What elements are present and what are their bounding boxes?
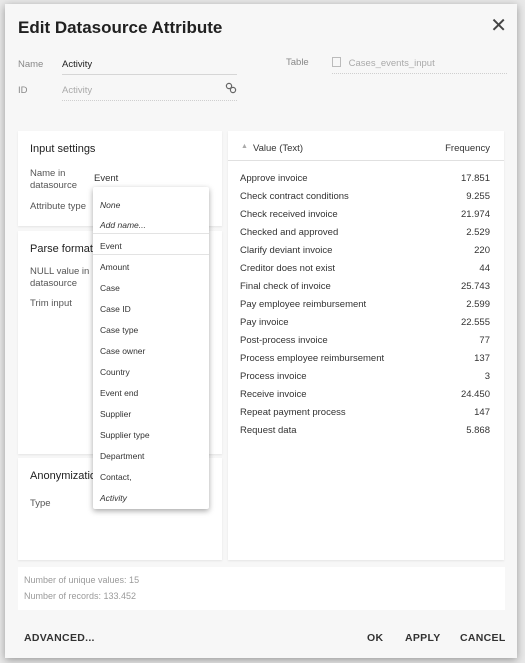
table-row[interactable]: Final check of invoice 25.743 [240,281,490,292]
name-in-datasource-value[interactable]: Event [94,173,118,184]
col-frequency-header[interactable]: Frequency [445,143,490,154]
dialog-title: Edit Datasource Attribute [18,18,223,37]
row-value: Creditor does not exist [240,263,336,274]
parse-format-title: Parse format [30,243,93,255]
table-row[interactable]: Clarify deviant invoice 220 [240,245,490,256]
stats-panel: Number of unique values: 15 Number of re… [18,567,505,610]
row-value: Pay invoice [240,317,289,328]
unique-values-count: Number of unique values: 15 [24,575,140,585]
row-frequency: 24.450 [460,389,490,400]
anonymization-title: Anonymization [30,470,103,482]
row-frequency: 77 [479,335,490,346]
name-field[interactable]: Activity [62,59,237,75]
row-value: Checked and approved [240,227,339,238]
dropdown-option[interactable]: Country [100,367,130,377]
table-row[interactable]: Check received invoice 21.974 [240,209,490,220]
row-frequency: 22.555 [460,317,490,328]
dropdown-option[interactable]: Supplier type [100,430,150,440]
table-row[interactable]: Process invoice 3 [240,371,490,382]
name-in-datasource-dropdown: None Add name... Event Amount Case Case ID Cas… [93,187,209,509]
cancel-button[interactable]: CANCEL [460,632,506,644]
sort-ascending-icon[interactable]: ▲ [241,143,248,150]
dropdown-divider [93,233,209,234]
row-value: Receive invoice [240,389,307,400]
dropdown-option[interactable]: Amount [100,262,129,272]
dropdown-option[interactable]: Add name... [100,220,146,230]
dropdown-option[interactable]: None [100,200,120,210]
id-field: Activity [62,82,237,101]
null-value-label: NULL value in datasource [30,266,90,289]
row-value: Post-process invoice [240,335,328,346]
table-row[interactable]: Request data 5.868 [240,425,490,436]
row-value: Check received invoice [240,209,338,220]
row-value: Approve invoice [240,173,308,184]
row-value: Process invoice [240,371,307,382]
row-value: Request data [240,425,297,436]
col-value-header[interactable]: Value (Text) [253,143,303,154]
dropdown-option[interactable]: Case owner [100,346,145,356]
row-frequency: 17.851 [460,173,490,184]
dropdown-option[interactable]: Department [100,451,144,461]
row-frequency: 2.599 [466,299,490,310]
dropdown-divider [93,254,209,255]
input-settings-title: Input settings [30,143,96,155]
table-header: ▲ Value (Text) Frequency [228,131,504,161]
attribute-type-label: Attribute type [30,201,86,212]
link-icon[interactable] [225,82,237,94]
table-row[interactable]: Receive invoice 24.450 [240,389,490,400]
id-label: ID [18,85,28,96]
row-frequency: 137 [474,353,490,364]
table-icon [332,57,341,67]
table-row[interactable]: Checked and approved 2.529 [240,227,490,238]
dropdown-option[interactable]: Contact, [100,472,132,482]
table-row[interactable]: Post-process invoice 77 [240,335,490,346]
table-row[interactable]: Pay employee reimbursement 2.599 [240,299,490,310]
records-count: Number of records: 133.452 [24,591,137,601]
apply-button[interactable]: APPLY [405,632,441,644]
row-value: Pay employee reimbursement [240,299,367,310]
table-row[interactable]: Repeat payment process 147 [240,407,490,418]
name-label: Name [18,59,44,70]
table-row[interactable]: Process employee reimbursement 137 [240,353,490,364]
row-frequency: 21.974 [460,209,490,220]
table-label: Table [286,57,309,68]
dropdown-option[interactable]: Case type [100,325,138,335]
table-row[interactable]: Creditor does not exist 44 [240,263,490,274]
row-value: Process employee reimbursement [240,353,385,364]
name-in-datasource-label: Name in datasource [30,168,78,191]
row-frequency: 25.743 [460,281,490,292]
table-row[interactable]: Check contract conditions 9.255 [240,191,490,202]
row-frequency: 2.529 [466,227,490,238]
table-row[interactable]: Approve invoice 17.851 [240,173,490,184]
dropdown-option[interactable]: Case [100,283,120,293]
anonymization-type-label: Type [30,498,51,509]
id-value: Activity [62,85,93,96]
dropdown-option[interactable]: Supplier [100,409,131,419]
dropdown-option[interactable]: Event end [100,388,138,398]
row-frequency: 9.255 [466,191,490,202]
row-value: Clarify deviant invoice [240,245,333,256]
close-icon[interactable]: ✕ [490,16,507,36]
dropdown-option[interactable]: Case ID [100,304,131,314]
dropdown-option[interactable]: Event [100,241,122,251]
table-row[interactable]: Pay invoice 22.555 [240,317,490,328]
ok-button[interactable]: OK [367,632,383,644]
row-frequency: 44 [479,263,490,274]
advanced-button[interactable]: ADVANCED... [24,632,95,644]
dropdown-option[interactable]: Activity [100,493,127,503]
trim-input-label: Trim input [30,298,72,309]
row-frequency: 5.868 [466,425,490,436]
row-value: Repeat payment process [240,407,346,418]
table-value: Cases_events_input [348,58,435,69]
row-frequency: 220 [474,245,490,256]
row-frequency: 3 [484,371,490,382]
edit-datasource-attribute-dialog: Edit Datasource Attribute ✕ Name Activit… [5,4,517,658]
table-field: Cases_events_input [332,57,507,74]
row-value: Final check of invoice [240,281,331,292]
value-frequency-card: ▲ Value (Text) Frequency Approve invoice… [228,131,504,560]
row-frequency: 147 [474,407,490,418]
row-value: Check contract conditions [240,191,349,202]
